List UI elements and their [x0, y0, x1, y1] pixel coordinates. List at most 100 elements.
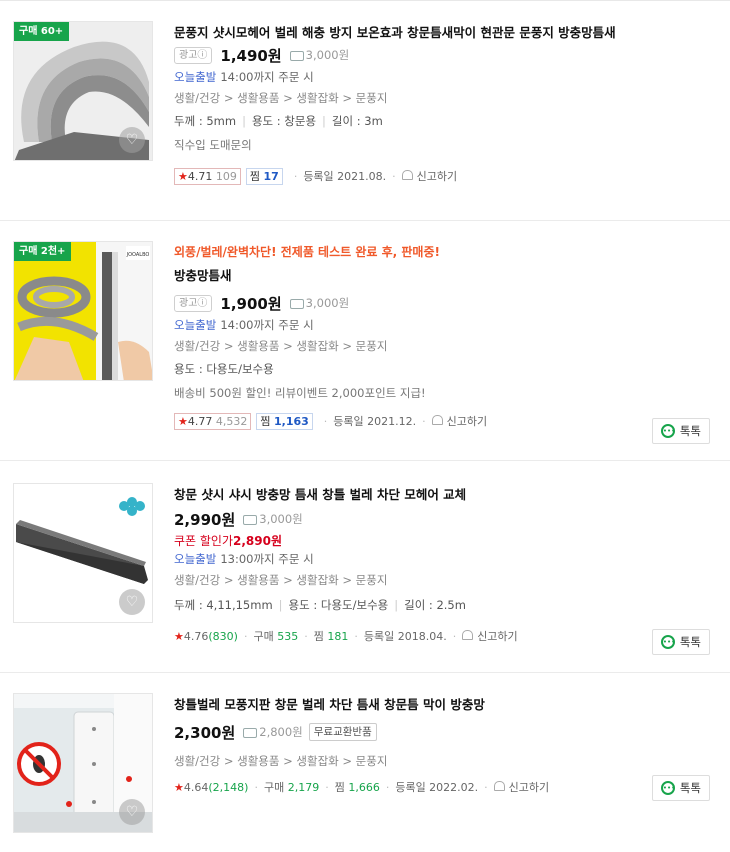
attr-separator: | — [242, 114, 246, 128]
product-thumbnail[interactable]: ♡ — [13, 693, 153, 833]
review-count: 109 — [215, 169, 237, 183]
talktalk-label: 톡톡 — [679, 635, 701, 649]
star-icon: ★ — [174, 780, 184, 794]
rating-box[interactable]: ★4.77 4,532 — [174, 412, 252, 430]
product-title[interactable]: 방충망틈새 — [174, 267, 710, 285]
dot-separator: · — [385, 780, 390, 794]
zzim-box[interactable]: 찜 17 — [245, 167, 283, 185]
talktalk-label: 톡톡 — [679, 424, 701, 438]
talktalk-label: 톡톡 — [679, 781, 701, 795]
review-count[interactable]: (830) — [208, 630, 238, 643]
report-link[interactable]: 신고하기 — [431, 413, 487, 429]
shipping-value: 3,000원 — [305, 296, 350, 310]
report-label: 신고하기 — [508, 781, 550, 794]
zzim-count[interactable]: 1,666 — [348, 781, 380, 794]
bell-icon — [431, 415, 443, 425]
talktalk-button[interactable]: ••• 톡톡 — [651, 775, 710, 801]
product-description: 배송비 500원 할인! 리뷰이벤트 2,000포인트 지급! — [174, 386, 426, 400]
shipping-fee: 3,000원 — [289, 47, 349, 63]
dot-separator: · — [422, 414, 426, 428]
rating-value: 4.64 — [183, 780, 209, 794]
shipping-fee: 2,800원 — [243, 724, 303, 740]
purchase-badge: 구매 2천+ — [14, 242, 72, 261]
star-icon: ★ — [178, 169, 188, 183]
dot-separator: · — [452, 629, 457, 643]
zzim-label: 찜 — [334, 781, 345, 794]
dot-separator: · — [254, 780, 258, 794]
report-link[interactable]: 신고하기 — [401, 168, 458, 184]
product-thumbnail[interactable]: 구매 60+ ♡ — [13, 21, 153, 161]
report-label: 신고하기 — [477, 630, 518, 643]
wishlist-heart-icon[interactable]: ♡ — [119, 127, 145, 153]
product-info: 창틀벌레 모풍지판 창문 벌레 차단 틈새 창문틈 막이 방충망 2,300원 … — [174, 696, 710, 800]
product-description: 직수입 도매문의 — [174, 138, 252, 152]
category-breadcrumb[interactable]: 생활/건강 > 생활용품 > 생활잡화 > 문풍지 — [174, 335, 710, 357]
dot-separator: · — [323, 414, 328, 428]
report-link[interactable]: 신고하기 — [493, 779, 550, 795]
registered-date: 등록일 2021.08. — [303, 170, 387, 183]
ad-label[interactable]: 광고ⓘ — [174, 294, 213, 312]
wishlist-heart-icon[interactable]: ♡ — [119, 799, 145, 825]
zzim-label: 찜 — [260, 414, 271, 428]
product-attributes: 두께 : 5mm | 용도 : 창문용 | 길이 : 3m — [174, 109, 710, 133]
shipping-fee: 3,000원 — [289, 295, 350, 311]
truck-icon — [289, 299, 304, 309]
category-breadcrumb[interactable]: 생활/건강 > 생활용품 > 생활잡화 > 문풍지 — [174, 87, 710, 109]
zzim-box[interactable]: 찜 1,163 — [256, 412, 313, 430]
today-text: 14:00까지 주문 시 — [220, 318, 314, 332]
product-info: 창문 샷시 샤시 방충망 틈새 창틀 벌레 차단 모헤어 교체 2,990원 3… — [174, 486, 710, 649]
attr-usage: 용도 : 다용도/보수용 — [174, 362, 274, 376]
product-title[interactable]: 창문 샷시 샤시 방충망 틈새 창틀 벌레 차단 모헤어 교체 — [174, 486, 710, 504]
wishlist-heart-icon[interactable]: ♡ — [119, 589, 145, 615]
price-row: 2,990원 3,000원 — [174, 506, 710, 532]
star-icon: ★ — [178, 414, 188, 428]
purchase-count: 535 — [277, 629, 299, 643]
dot-separator: · — [304, 629, 308, 643]
coupon-label: 쿠폰 할인가 — [174, 534, 234, 548]
registered-date: 등록일 2021.12. — [333, 415, 417, 428]
report-link[interactable]: 신고하기 — [462, 628, 518, 644]
category-breadcrumb[interactable]: 생활/건강 > 생활용품 > 생활잡화 > 문풍지 — [174, 750, 710, 772]
purchase-badge: 구매 60+ — [14, 22, 70, 41]
today-text: 13:00까지 주문 시 — [220, 552, 314, 566]
price-row: 2,300원 2,800원 무료교환반품 — [174, 719, 710, 745]
review-count: 4,532 — [215, 414, 248, 428]
dot-separator: · — [293, 169, 298, 183]
product-thumbnail[interactable]: ♡ — [13, 483, 153, 623]
rating-box[interactable]: ★4.71 109 — [174, 167, 241, 185]
category-breadcrumb[interactable]: 생활/건강 > 생활용품 > 생활잡화 > 문풍지 — [174, 569, 710, 591]
attr-separator: | — [278, 598, 283, 612]
product-title[interactable]: 문풍지 샷시모헤어 벌레 해충 방지 보온효과 창문틈새막이 현관문 문풍지 방… — [174, 24, 710, 42]
product-stats: ★ 4.76 (830) · 구매 535 · 찜 181 · 등록일 2018.0… — [174, 623, 710, 649]
ad-label[interactable]: 광고ⓘ — [174, 46, 213, 64]
report-label: 신고하기 — [416, 170, 458, 183]
price-row: 광고ⓘ 1,490원 3,000원 — [174, 42, 710, 68]
talktalk-button[interactable]: ••• 톡톡 — [651, 418, 710, 444]
same-day-dispatch: 오늘출발 13:00까지 주문 시 — [174, 550, 710, 569]
attr-separator: | — [322, 114, 326, 128]
product-item: 구매 60+ ♡ 문풍지 샷시모헤어 벌레 해충 방지 보온효과 창문틈새막이 … — [0, 1, 730, 221]
purchase-label: 구매 — [253, 630, 274, 643]
product-title[interactable]: 창틀벌레 모풍지판 창문 벌레 차단 틈새 창문틈 막이 방충망 — [174, 696, 710, 714]
rating-value: 4.71 — [187, 169, 213, 183]
zzim-count[interactable]: 181 — [327, 630, 348, 643]
dot-separator: · — [484, 780, 488, 794]
registered-date: 등록일 2022.02. — [395, 781, 479, 794]
price-row: 광고ⓘ 1,900원 3,000원 — [174, 290, 710, 316]
dot-separator: · — [243, 629, 248, 643]
attr-thickness: 두께 : 5mm — [174, 114, 237, 128]
product-info: 외풍/벌레/완벽차단! 전제품 테스트 완료 후, 판매중! 방충망틈새 광고ⓘ… — [174, 243, 710, 434]
truck-icon — [289, 51, 304, 61]
price: 2,300원 — [174, 723, 236, 742]
zzim-label: 찜 — [313, 630, 324, 643]
talktalk-button[interactable]: ••• 톡톡 — [651, 629, 710, 655]
product-thumbnail[interactable]: 구매 2천+ JOOALBO — [13, 241, 153, 381]
registered-date: 등록일 2018.04. — [363, 630, 447, 643]
same-day-dispatch: 오늘출발 14:00까지 주문 시 — [174, 68, 710, 87]
product-item: ♡ 창문 샷시 샤시 방충망 틈새 창틀 벌레 차단 모헤어 교체 2,990원… — [0, 461, 730, 673]
zzim-count: 17 — [263, 169, 279, 183]
product-stats: ★4.71 109 찜 17 · 등록일 2021.08. · 신고하기 — [174, 163, 710, 189]
today-label: 오늘출발 — [174, 70, 217, 84]
review-count[interactable]: (2,148) — [208, 781, 248, 794]
same-day-dispatch: 오늘출발 14:00까지 주문 시 — [174, 316, 710, 335]
